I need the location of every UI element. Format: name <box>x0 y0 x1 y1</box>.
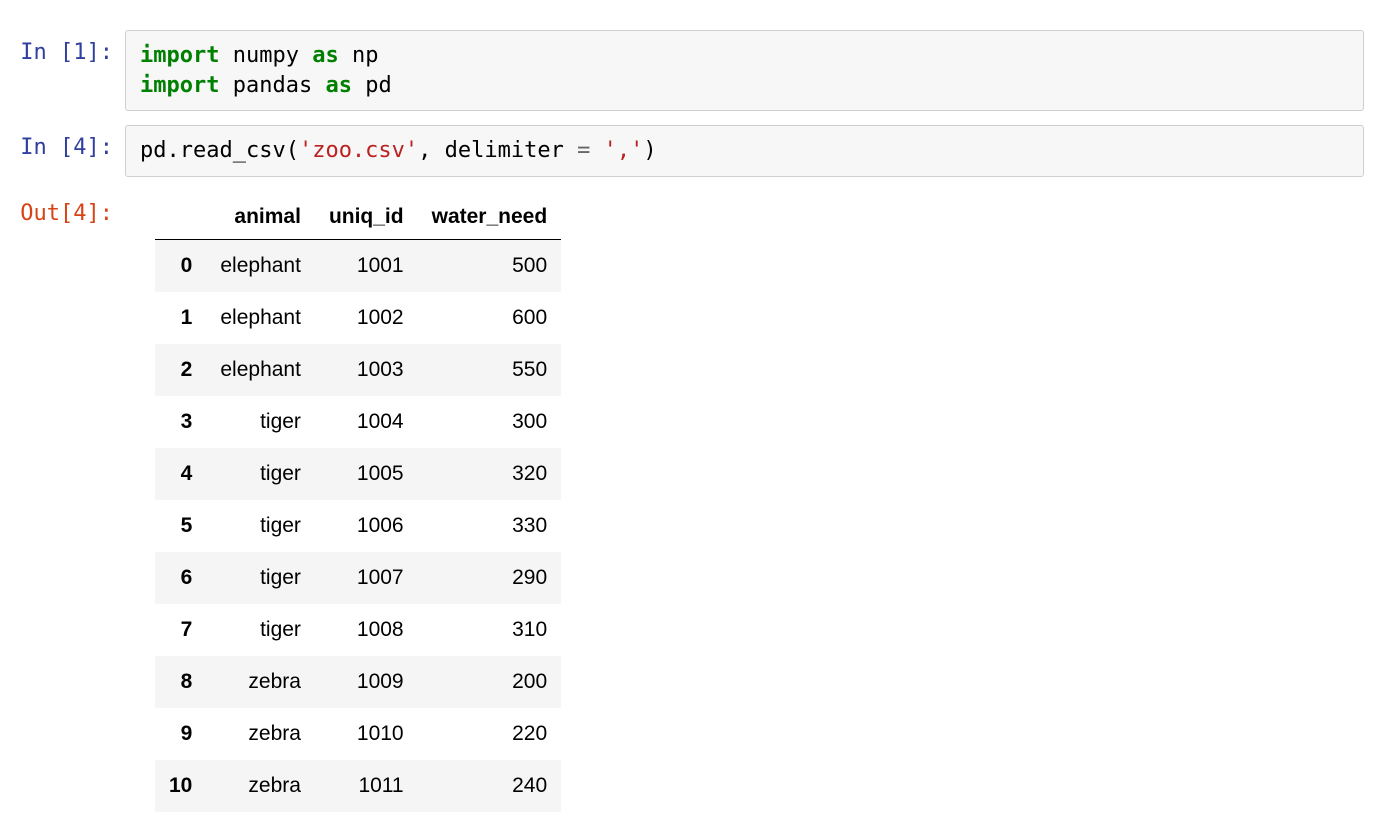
cell-water_need: 600 <box>418 292 562 344</box>
table-row: 1elephant1002600 <box>155 292 561 344</box>
cell-water_need: 200 <box>418 656 562 708</box>
table-row: 8zebra1009200 <box>155 656 561 708</box>
cell-animal: tiger <box>206 448 315 500</box>
cell-uniq_id: 1007 <box>315 552 418 604</box>
string-literal: 'zoo.csv' <box>299 138 418 163</box>
cell-uniq_id: 1002 <box>315 292 418 344</box>
cell-water_need: 240 <box>418 760 562 812</box>
cell-animal: tiger <box>206 604 315 656</box>
code-input[interactable]: pd.read_csv('zoo.csv', delimiter = ',') <box>125 125 1364 177</box>
table-row: 0elephant1001500 <box>155 240 561 293</box>
cell-water_need: 220 <box>418 708 562 760</box>
cell-uniq_id: 1005 <box>315 448 418 500</box>
cell-uniq_id: 1003 <box>315 344 418 396</box>
code-text: ) <box>643 138 656 163</box>
module-name: numpy <box>219 43 312 68</box>
cell-animal: tiger <box>206 396 315 448</box>
row-index: 5 <box>155 500 206 552</box>
table-row: 3tiger1004300 <box>155 396 561 448</box>
code-cell-2: In [4]: pd.read_csv('zoo.csv', delimiter… <box>0 125 1374 177</box>
keyword-import: import <box>140 43 219 68</box>
table-row: 9zebra1010220 <box>155 708 561 760</box>
cell-animal: zebra <box>206 760 315 812</box>
row-index: 4 <box>155 448 206 500</box>
output-prompt: Out[4]: <box>10 191 125 226</box>
cell-animal: tiger <box>206 552 315 604</box>
cell-water_need: 550 <box>418 344 562 396</box>
cell-animal: elephant <box>206 292 315 344</box>
row-index: 2 <box>155 344 206 396</box>
row-index: 1 <box>155 292 206 344</box>
alias-name: np <box>339 43 379 68</box>
code-text: , delimiter <box>418 138 577 163</box>
output-area: animal uniq_id water_need 0elephant10015… <box>125 191 1364 812</box>
cell-water_need: 500 <box>418 240 562 293</box>
row-index: 0 <box>155 240 206 293</box>
module-name: pandas <box>219 73 325 98</box>
cell-uniq_id: 1011 <box>315 760 418 812</box>
input-prompt: In [4]: <box>10 125 125 160</box>
dataframe-table: animal uniq_id water_need 0elephant10015… <box>155 195 561 812</box>
string-literal: ',' <box>604 138 644 163</box>
table-header-water-need: water_need <box>418 195 562 240</box>
keyword-import: import <box>140 73 219 98</box>
input-prompt: In [1]: <box>10 30 125 65</box>
row-index: 7 <box>155 604 206 656</box>
cell-uniq_id: 1001 <box>315 240 418 293</box>
row-index: 9 <box>155 708 206 760</box>
cell-uniq_id: 1008 <box>315 604 418 656</box>
cell-animal: elephant <box>206 240 315 293</box>
cell-water_need: 320 <box>418 448 562 500</box>
table-row: 2elephant1003550 <box>155 344 561 396</box>
table-row: 10zebra1011240 <box>155 760 561 812</box>
cell-water_need: 290 <box>418 552 562 604</box>
cell-water_need: 300 <box>418 396 562 448</box>
table-body: 0elephant10015001elephant10026002elephan… <box>155 240 561 813</box>
code-input[interactable]: import numpy as np import pandas as pd <box>125 30 1364 111</box>
table-row: 4tiger1005320 <box>155 448 561 500</box>
row-index: 10 <box>155 760 206 812</box>
keyword-as: as <box>312 43 339 68</box>
table-header-uniq-id: uniq_id <box>315 195 418 240</box>
output-cell: Out[4]: animal uniq_id water_need 0eleph… <box>0 191 1374 812</box>
row-index: 6 <box>155 552 206 604</box>
cell-water_need: 330 <box>418 500 562 552</box>
operator: = <box>577 138 590 163</box>
cell-animal: zebra <box>206 708 315 760</box>
code-text: pd.read_csv( <box>140 138 299 163</box>
keyword-as: as <box>325 73 352 98</box>
cell-uniq_id: 1010 <box>315 708 418 760</box>
cell-uniq_id: 1006 <box>315 500 418 552</box>
table-row: 5tiger1006330 <box>155 500 561 552</box>
cell-water_need: 310 <box>418 604 562 656</box>
table-header-animal: animal <box>206 195 315 240</box>
table-row: 7tiger1008310 <box>155 604 561 656</box>
code-text <box>590 138 603 163</box>
cell-uniq_id: 1009 <box>315 656 418 708</box>
table-row: 6tiger1007290 <box>155 552 561 604</box>
cell-animal: zebra <box>206 656 315 708</box>
cell-animal: elephant <box>206 344 315 396</box>
alias-name: pd <box>352 73 392 98</box>
row-index: 8 <box>155 656 206 708</box>
table-header: animal uniq_id water_need <box>155 195 561 240</box>
cell-animal: tiger <box>206 500 315 552</box>
cell-uniq_id: 1004 <box>315 396 418 448</box>
code-cell-1: In [1]: import numpy as np import pandas… <box>0 30 1374 111</box>
row-index: 3 <box>155 396 206 448</box>
table-header-index <box>155 195 206 240</box>
